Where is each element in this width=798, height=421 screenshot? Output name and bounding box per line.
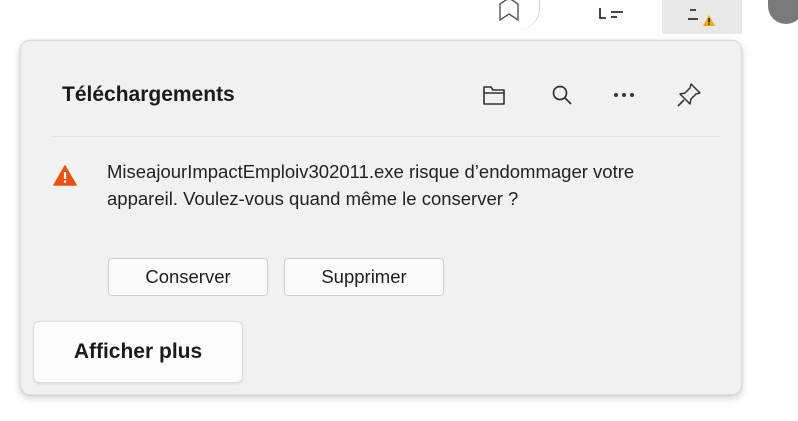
pin-panel-button[interactable] (671, 77, 707, 113)
open-downloads-folder-button[interactable] (476, 77, 512, 113)
collections-button[interactable] (597, 6, 625, 25)
pin-icon (677, 83, 701, 107)
folder-icon (483, 86, 505, 105)
warning-triangle-icon (53, 165, 77, 191)
star-outline-icon (499, 0, 519, 22)
more-options-button[interactable] (606, 77, 642, 113)
keep-button[interactable]: Conserver (108, 258, 268, 296)
header-divider (51, 136, 721, 137)
show-more-button[interactable]: Afficher plus (33, 321, 243, 383)
search-icon (552, 85, 572, 105)
collections-icon (599, 8, 623, 19)
browser-toolbar (0, 0, 798, 44)
downloads-panel: Téléchargements MiseajourImpactEmploiv30… (20, 40, 742, 395)
downloads-button[interactable] (662, 0, 742, 34)
panel-title: Téléchargements (62, 83, 235, 106)
more-icon (614, 93, 634, 97)
delete-button[interactable]: Supprimer (284, 258, 444, 296)
download-warning-icon (688, 9, 715, 26)
favorites-button[interactable] (494, 0, 540, 30)
download-warning-message: MiseajourImpactEmploiv302011.exe risque … (107, 161, 635, 209)
search-downloads-button[interactable] (544, 77, 580, 113)
profile-avatar[interactable] (768, 0, 798, 24)
